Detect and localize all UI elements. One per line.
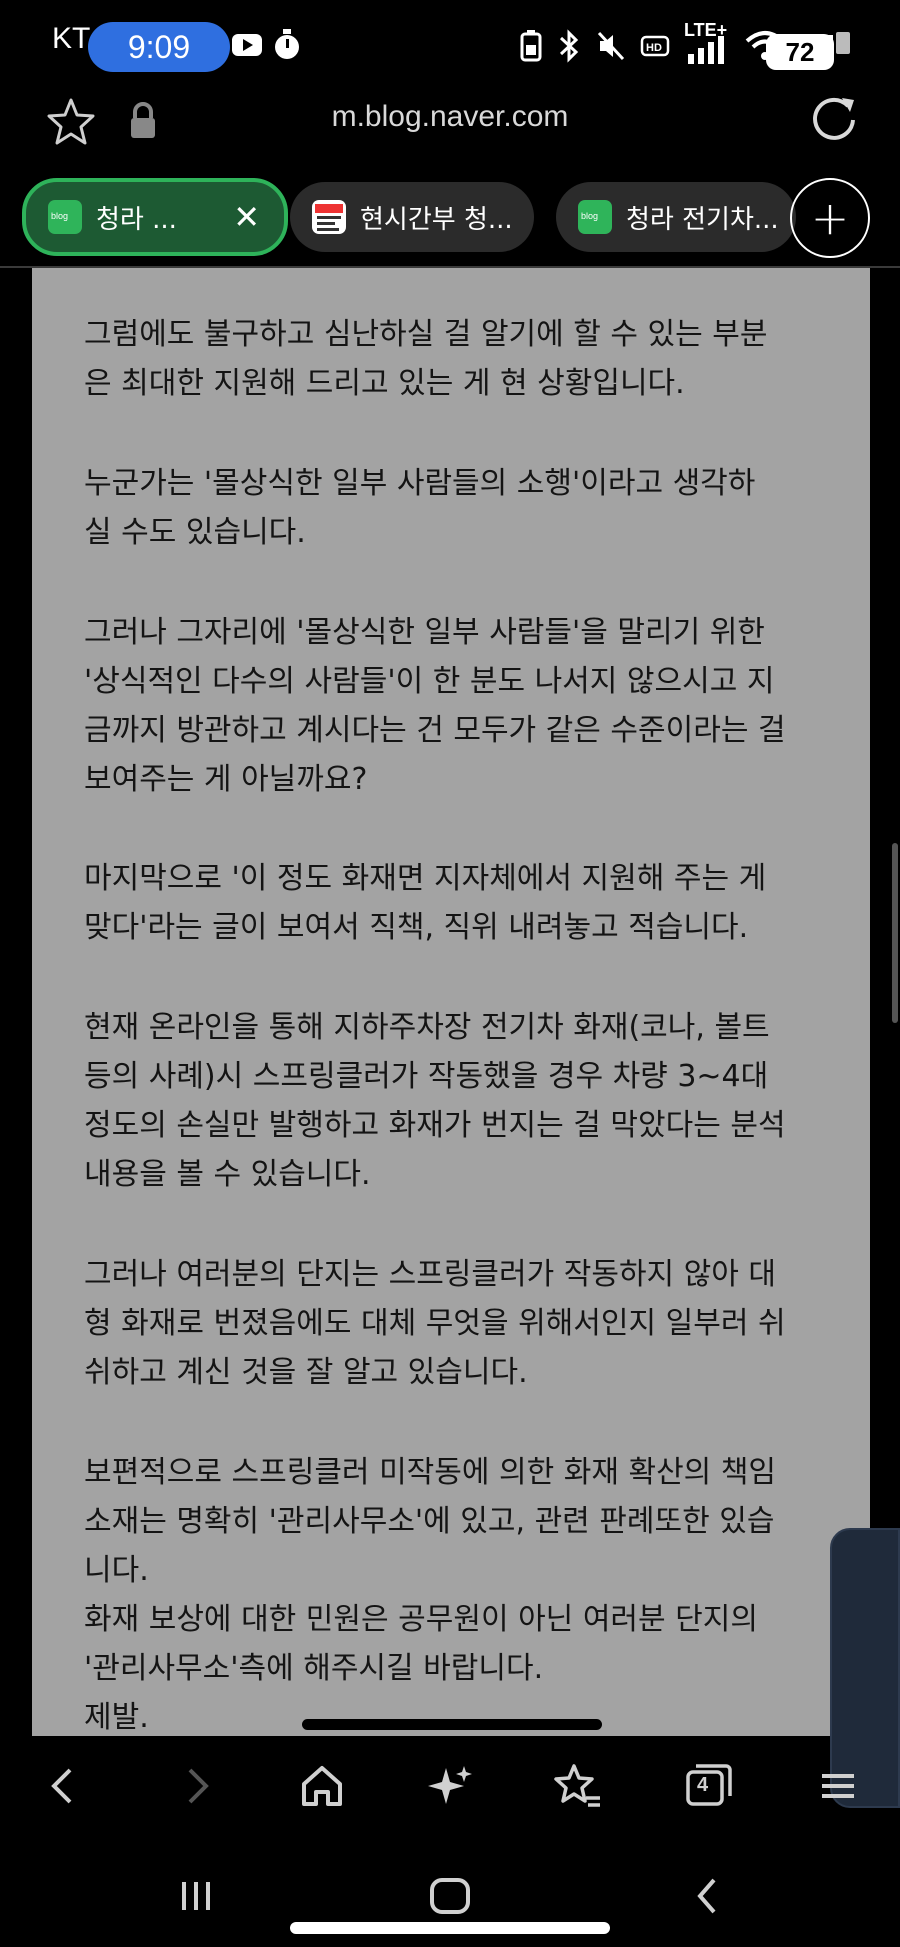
tabs-button[interactable]: 4 xyxy=(680,1758,736,1814)
text-line: 누군가는 '몰상식한 일부 사람들의 소행'이라고 생각하 xyxy=(84,466,756,501)
address-bar[interactable]: m.blog.naver.com xyxy=(0,84,900,184)
home-icon[interactable] xyxy=(294,1758,350,1814)
tab-label: 현시간부 청... xyxy=(360,204,513,235)
text-line: 그러나 여러분의 단지는 스프링클러가 작동하지 않아 대 xyxy=(84,1257,777,1292)
text-line: 은 최대한 지원해 드리고 있는 게 현 상황입니다. xyxy=(84,366,685,401)
signal-icon: LTE+ xyxy=(684,20,730,66)
text-line: 맞다'라는 글이 보여서 직책, 직위 내려놓고 적습니다. xyxy=(84,910,749,945)
text-line: 그러나 그자리에 '몰상식한 일부 사람들'을 말리기 위한 xyxy=(84,615,765,650)
scrollbar[interactable] xyxy=(892,843,898,1023)
timer-icon xyxy=(275,29,299,59)
text-line: 마지막으로 '이 정도 화재면 지자체에서 지원해 주는 게 xyxy=(84,861,767,896)
paragraph: 그러나 여러분의 단지는 스프링클러가 작동하지 않아 대 형 화재로 번졌음에… xyxy=(84,1250,844,1397)
sparkle-ai-icon[interactable] xyxy=(422,1758,478,1814)
tab-3[interactable]: 청라 전기차... xyxy=(556,182,796,252)
text-line: 쉬하고 계신 것을 잘 알고 있습니다. xyxy=(84,1355,528,1390)
text-line: 현재 온라인을 통해 지하주차장 전기차 화재(코나, 볼트 xyxy=(84,1010,770,1045)
tab-label: 청라 전기차... xyxy=(626,204,779,235)
new-tab-button[interactable]: + xyxy=(790,178,870,258)
text-line: 금까지 방관하고 계시다는 건 모두가 같은 수준이라는 걸 xyxy=(84,713,786,748)
blog-icon xyxy=(578,200,612,234)
battery-saver-icon xyxy=(520,30,542,62)
text-line: '상식적인 다수의 사람들'이 한 분도 나서지 않으시고 지 xyxy=(84,664,775,699)
plus-icon: + xyxy=(810,191,850,245)
url-text[interactable]: m.blog.naver.com xyxy=(0,100,900,134)
text-line: 보편적으로 스프링클러 미작동에 의한 화재 확산의 책임 xyxy=(84,1455,777,1490)
svg-text:HD: HD xyxy=(646,42,662,54)
youtube-icon xyxy=(232,34,262,56)
battery-tip xyxy=(836,32,850,54)
notification-icons xyxy=(230,28,302,62)
tab-1[interactable]: 청라 ... ✕ xyxy=(22,178,288,256)
mute-icon xyxy=(597,31,625,61)
back-arrow-icon[interactable] xyxy=(36,1758,92,1814)
hd-voice-icon: HD xyxy=(640,35,670,57)
text-line: 소재는 명확히 '관리사무소'에 있고, 관련 판례또한 있습 xyxy=(84,1504,775,1539)
tab-label: 청라 ... xyxy=(96,204,177,235)
paragraph: 마지막으로 '이 정도 화재면 지자체에서 지원해 주는 게 맞다'라는 글이 … xyxy=(84,854,844,952)
forward-arrow-icon[interactable] xyxy=(168,1758,224,1814)
paragraph: 현재 온라인을 통해 지하주차장 전기차 화재(코나, 볼트 등의 사례)시 스… xyxy=(84,1003,844,1199)
menu-icon[interactable] xyxy=(808,1758,864,1814)
paragraph: 보편적으로 스프링클러 미작동에 의한 화재 확산의 책임 소재는 명확히 '관… xyxy=(84,1448,844,1742)
tab-strip: 청라 ... ✕ 현시간부 청... 청라 전기차... + xyxy=(0,178,900,270)
tab-count: 4 xyxy=(697,1774,709,1796)
news-icon xyxy=(312,200,346,234)
text-line: '관리사무소'측에 해주시길 바랍니다. xyxy=(84,1651,544,1686)
bookmarks-icon[interactable] xyxy=(550,1758,606,1814)
text-line: 정도의 손실만 발행하고 화재가 번지는 걸 막았다는 분석 xyxy=(84,1108,786,1143)
text-line: 화재 보상에 대한 민원은 공무원이 아닌 여러분 단지의 xyxy=(84,1602,758,1637)
paragraph: 그럼에도 불구하고 심난하실 걸 알기에 할 수 있는 부분 은 최대한 지원해… xyxy=(84,310,844,408)
status-bar: KT 9:09 HD LTE+ 72 xyxy=(0,0,900,84)
carrier-label: KT xyxy=(52,22,91,55)
blog-article[interactable]: 그럼에도 불구하고 심난하실 걸 알기에 할 수 있는 부분 은 최대한 지원해… xyxy=(32,268,898,1736)
text-line: 니다. xyxy=(84,1553,149,1588)
paragraph: 그러나 그자리에 '몰상식한 일부 사람들'을 말리기 위한 '상식적인 다수의… xyxy=(84,608,844,804)
reload-icon[interactable] xyxy=(806,92,862,148)
page-handle-bar[interactable] xyxy=(302,1719,602,1730)
text-line: 등의 사례)시 스프링클러가 작동했을 경우 차량 3~4대 xyxy=(84,1059,769,1094)
text-line: 형 화재로 번졌음에도 대체 무엇을 위해서인지 일부러 쉬 xyxy=(84,1306,786,1341)
blog-icon xyxy=(48,200,82,234)
text-line: 제발. xyxy=(84,1700,149,1735)
browser-bottom-nav: 4 xyxy=(0,1736,900,1846)
text-line: 실 수도 있습니다. xyxy=(84,515,306,550)
bluetooth-icon xyxy=(559,29,579,63)
system-back-icon[interactable] xyxy=(688,1876,728,1916)
battery-indicator: 72 xyxy=(766,34,834,70)
text-line: 그럼에도 불구하고 심난하실 걸 알기에 할 수 있는 부분 xyxy=(84,317,768,352)
text-line: 보여주는 게 아닐까요? xyxy=(84,762,368,797)
recent-apps-icon[interactable] xyxy=(176,1876,216,1916)
system-home-icon[interactable] xyxy=(428,1876,472,1916)
text-line: 내용을 볼 수 있습니다. xyxy=(84,1157,371,1192)
system-navigation-bar xyxy=(0,1846,900,1947)
tab-2[interactable]: 현시간부 청... xyxy=(290,182,534,252)
gesture-bar[interactable] xyxy=(290,1922,610,1934)
paragraph: 누군가는 '몰상식한 일부 사람들의 소행'이라고 생각하 실 수도 있습니다. xyxy=(84,459,844,557)
close-icon[interactable]: ✕ xyxy=(233,198,260,236)
time-pill: 9:09 xyxy=(88,22,230,72)
